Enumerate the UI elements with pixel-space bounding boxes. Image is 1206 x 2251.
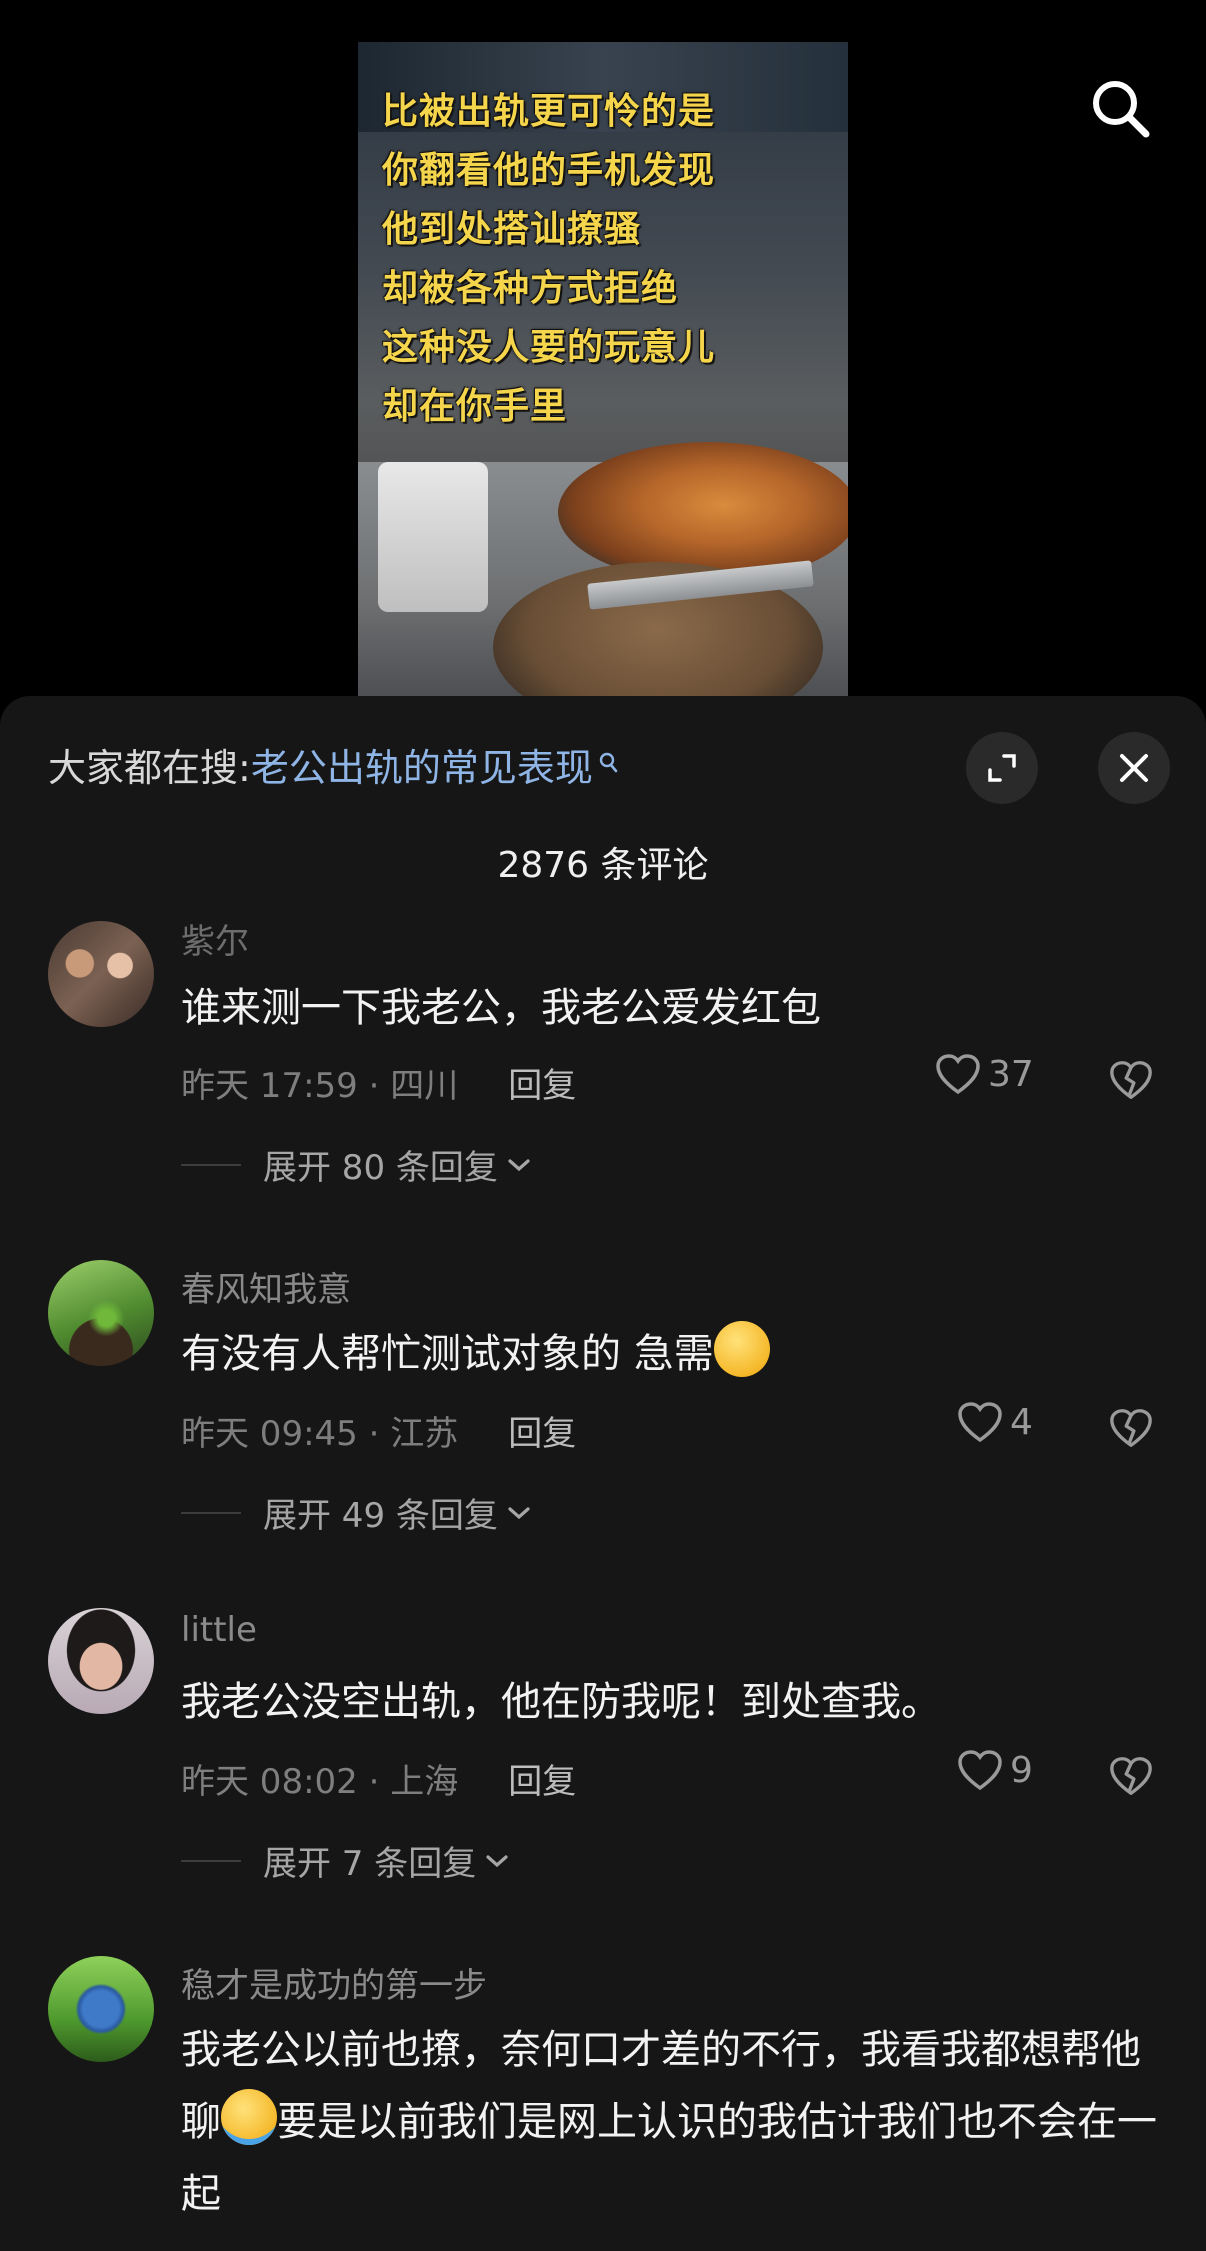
- search-icon[interactable]: [1090, 78, 1150, 138]
- avatar[interactable]: [48, 921, 154, 1027]
- heart-icon: [958, 1750, 1002, 1791]
- chevron-down-icon: [486, 1854, 508, 1867]
- video-thumbnail[interactable]: 比被出轨更可怜的是 你翻看他的手机发现 他到处搭讪撩骚 却被各种方式拒绝 这种没…: [358, 42, 848, 696]
- close-icon[interactable]: [1098, 732, 1170, 804]
- reply-button[interactable]: 回复: [508, 1762, 576, 1802]
- comment-sheet: 大家都在搜: 老公出轨的常见表现 2876 条评论 紫尔 谁来测一下我老公，我老…: [0, 696, 1206, 2251]
- comment-text: 谁来测一下我老公，我老公爱发红包: [181, 985, 821, 1031]
- caption-line: 他到处搭讪撩骚: [382, 209, 642, 250]
- video-caption: 比被出轨更可怜的是 你翻看他的手机发现 他到处搭讪撩骚 却被各种方式拒绝 这种没…: [382, 82, 842, 436]
- like-count: 4: [1010, 1401, 1033, 1443]
- comment-meta: 昨天 09:45 · 江苏 回复: [181, 1406, 576, 1455]
- comment-username[interactable]: 紫尔: [181, 914, 249, 963]
- like-button[interactable]: 4: [956, 1400, 1033, 1444]
- broken-heart-icon[interactable]: [1108, 1406, 1154, 1450]
- like-button[interactable]: 37: [934, 1052, 1034, 1096]
- smirk-emoji-icon: [713, 1321, 770, 1377]
- expand-replies-label: 展开 49 条回复: [263, 1496, 498, 1536]
- avatar[interactable]: [48, 1608, 154, 1714]
- like-button[interactable]: 9: [956, 1748, 1033, 1792]
- heart-icon: [936, 1054, 980, 1095]
- caption-line: 你翻看他的手机发现: [382, 150, 716, 191]
- trending-search-term[interactable]: 老公出轨的常见表现: [251, 737, 593, 792]
- heart-icon: [958, 1402, 1002, 1443]
- comment-count: 2876 条评论: [497, 845, 709, 886]
- caption-line: 却在你手里: [382, 386, 568, 427]
- small-search-icon: [599, 752, 618, 773]
- comment-meta: 昨天 17:59 · 四川 回复: [181, 1058, 576, 1107]
- trending-search[interactable]: 大家都在搜: 老公出轨的常见表现: [48, 736, 619, 792]
- comment-text: 有没有人帮忙测试对象的 急需: [181, 1318, 1161, 1390]
- comment-username[interactable]: little: [181, 1610, 257, 1650]
- comment-time-location: 昨天 09:45 · 江苏: [181, 1414, 459, 1454]
- like-count: 9: [1010, 1749, 1033, 1791]
- comment-time-location: 昨天 08:02 · 上海: [181, 1762, 459, 1802]
- comment-username[interactable]: 稳才是成功的第一步: [181, 1958, 487, 2007]
- like-count: 37: [988, 1053, 1034, 1095]
- comment-text: 我老公没空出轨，他在防我呢！到处查我。: [181, 1679, 941, 1725]
- divider: [181, 1859, 241, 1862]
- caption-line: 比被出轨更可怜的是: [382, 91, 716, 132]
- caption-line: 却被各种方式拒绝: [382, 268, 679, 309]
- broken-heart-icon[interactable]: [1108, 1754, 1154, 1798]
- comment-text: 我老公以前也撩，奈何口才差的不行，我看我都想帮他聊 要是以前我们是网上认识的我估计…: [181, 2014, 1161, 2230]
- expand-replies-label: 展开 7 条回复: [263, 1844, 477, 1884]
- caption-line: 这种没人要的玩意儿: [382, 327, 716, 368]
- broken-heart-icon[interactable]: [1108, 1058, 1154, 1102]
- trending-search-label: 大家都在搜:: [48, 745, 251, 790]
- cups-stack: [378, 462, 488, 612]
- reply-button[interactable]: 回复: [508, 1414, 576, 1454]
- chevron-down-icon: [508, 1506, 530, 1519]
- expand-icon[interactable]: [966, 732, 1038, 804]
- comment-text-body: 有没有人帮忙测试对象的 急需: [181, 1331, 714, 1377]
- expand-replies-label: 展开 80 条回复: [263, 1148, 498, 1188]
- divider: [181, 1163, 241, 1166]
- crying-laughing-emoji-icon: [221, 2089, 277, 2145]
- chevron-down-icon: [508, 1158, 530, 1171]
- comment-text-part: 要是以前我们是网上认识的我估计我们也不会在一起: [181, 2099, 1157, 2217]
- comment-time-location: 昨天 17:59 · 四川: [181, 1066, 459, 1106]
- expand-replies-button[interactable]: 展开 80 条回复: [181, 1140, 532, 1189]
- avatar[interactable]: [48, 1956, 154, 2062]
- expand-replies-button[interactable]: 展开 7 条回复: [181, 1836, 510, 1885]
- reply-button[interactable]: 回复: [508, 1066, 576, 1106]
- comment-meta: 昨天 08:02 · 上海 回复: [181, 1754, 576, 1803]
- avatar[interactable]: [48, 1260, 154, 1366]
- comment-username[interactable]: 春风知我意: [181, 1262, 351, 1311]
- divider: [181, 1511, 241, 1514]
- expand-replies-button[interactable]: 展开 49 条回复: [181, 1488, 532, 1537]
